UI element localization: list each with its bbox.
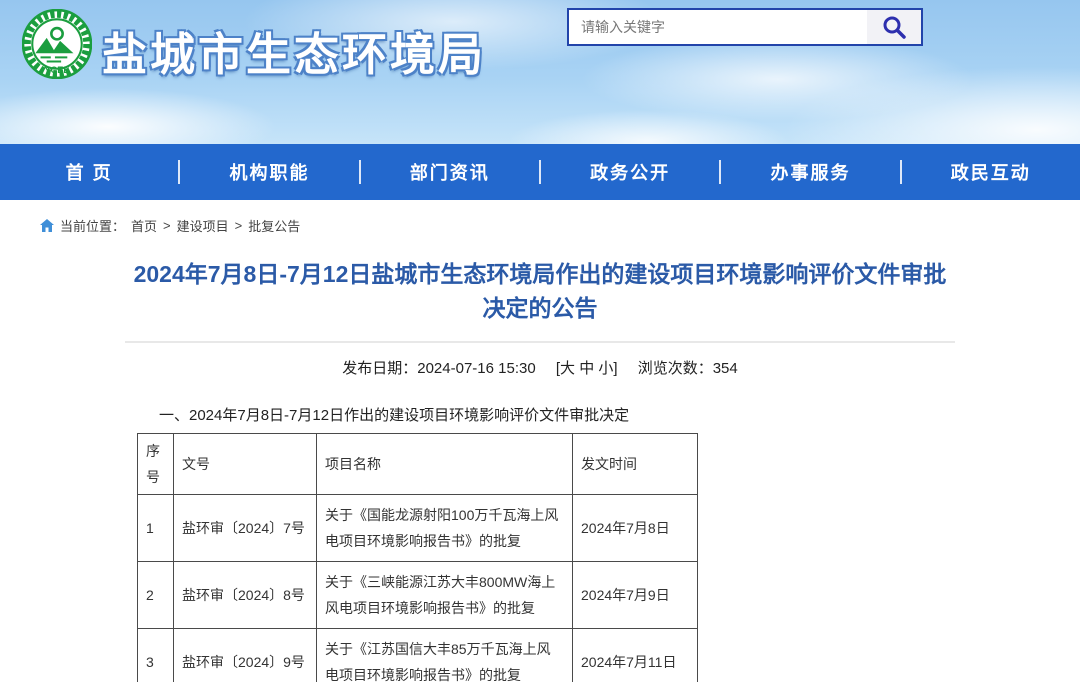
cell-issue-date: 2024年7月9日 bbox=[573, 562, 698, 629]
col-header-doc-number: 文号 bbox=[174, 434, 317, 495]
table-row: 1 盐环审〔2024〕7号 关于《国能龙源射阳100万千瓦海上风电项目环境影响报… bbox=[138, 495, 698, 562]
cell-index: 1 bbox=[138, 495, 174, 562]
page-title: 2024年7月8日-7月12日盐城市生态环境局作出的建设项目环境影响评价文件审批… bbox=[125, 257, 955, 325]
search-icon bbox=[881, 14, 907, 40]
site-title: 盐城市生态环境局 bbox=[102, 18, 486, 83]
views-count: 354 bbox=[713, 360, 738, 377]
publish-date-value: 2024-07-16 15:30 bbox=[417, 360, 535, 377]
col-header-issue-date: 发文时间 bbox=[573, 434, 698, 495]
breadcrumb-link-home[interactable]: 首页 bbox=[131, 216, 157, 235]
publish-date-label: 发布日期： bbox=[342, 360, 417, 377]
section-heading: 一、2024年7月8日-7月12日作出的建设项目环境影响评价文件审批决定 bbox=[159, 404, 955, 425]
nav-item-gov-info[interactable]: 政务公开 bbox=[541, 159, 719, 185]
breadcrumb-link-approvals[interactable]: 批复公告 bbox=[248, 216, 300, 235]
cell-index: 3 bbox=[138, 629, 174, 682]
breadcrumb-prefix: 当前位置： bbox=[60, 216, 125, 235]
cell-doc-number: 盐环审〔2024〕7号 bbox=[174, 495, 317, 562]
search-input[interactable] bbox=[569, 10, 867, 44]
col-header-project-name: 项目名称 bbox=[317, 434, 573, 495]
cell-issue-date: 2024年7月11日 bbox=[573, 629, 698, 682]
cell-index: 2 bbox=[138, 562, 174, 629]
breadcrumb-link-projects[interactable]: 建设项目 bbox=[177, 216, 229, 235]
cell-issue-date: 2024年7月8日 bbox=[573, 495, 698, 562]
cell-project-name: 关于《江苏国信大丰85万千瓦海上风电项目环境影响报告书》的批复 bbox=[317, 629, 573, 682]
main-nav: 首 页 机构职能 部门资讯 政务公开 办事服务 政民互动 bbox=[0, 144, 1080, 200]
table-row: 3 盐环审〔2024〕9号 关于《江苏国信大丰85万千瓦海上风电项目环境影响报告… bbox=[138, 629, 698, 682]
header-banner: YCEE 盐城市生态环境局 bbox=[0, 0, 1080, 144]
breadcrumb-separator: > bbox=[163, 218, 171, 233]
font-size-controls[interactable]: [大 中 小] bbox=[556, 360, 618, 377]
cell-doc-number: 盐环审〔2024〕9号 bbox=[174, 629, 317, 682]
breadcrumb-separator: > bbox=[235, 218, 243, 233]
cell-project-name: 关于《三峡能源江苏大丰800MW海上风电项目环境影响报告书》的批复 bbox=[317, 562, 573, 629]
cell-doc-number: 盐环审〔2024〕8号 bbox=[174, 562, 317, 629]
logo-acronym: YCEE bbox=[44, 65, 69, 75]
home-icon bbox=[40, 219, 54, 232]
bureau-logo-icon: YCEE bbox=[22, 9, 92, 79]
title-divider bbox=[125, 341, 955, 343]
nav-item-services[interactable]: 办事服务 bbox=[721, 159, 899, 185]
search-button[interactable] bbox=[867, 10, 921, 44]
views-label: 浏览次数： bbox=[638, 360, 713, 377]
table-row: 2 盐环审〔2024〕8号 关于《三峡能源江苏大丰800MW海上风电项目环境影响… bbox=[138, 562, 698, 629]
nav-item-interaction[interactable]: 政民互动 bbox=[902, 159, 1080, 185]
approval-table: 序号 文号 项目名称 发文时间 1 盐环审〔2024〕7号 关于《国能龙源射阳1… bbox=[137, 433, 698, 682]
cell-project-name: 关于《国能龙源射阳100万千瓦海上风电项目环境影响报告书》的批复 bbox=[317, 495, 573, 562]
col-header-index: 序号 bbox=[138, 434, 174, 495]
publish-info-line: 发布日期：2024-07-16 15:30 [大 中 小] 浏览次数：354 bbox=[125, 357, 955, 378]
search-box bbox=[567, 8, 923, 46]
nav-item-functions[interactable]: 机构职能 bbox=[180, 159, 358, 185]
nav-item-news[interactable]: 部门资讯 bbox=[361, 159, 539, 185]
table-header-row: 序号 文号 项目名称 发文时间 bbox=[138, 434, 698, 495]
article-content: 2024年7月8日-7月12日盐城市生态环境局作出的建设项目环境影响评价文件审批… bbox=[125, 257, 955, 682]
breadcrumb: 当前位置： 首页 > 建设项目 > 批复公告 bbox=[0, 200, 1080, 235]
nav-item-home[interactable]: 首 页 bbox=[0, 159, 178, 185]
